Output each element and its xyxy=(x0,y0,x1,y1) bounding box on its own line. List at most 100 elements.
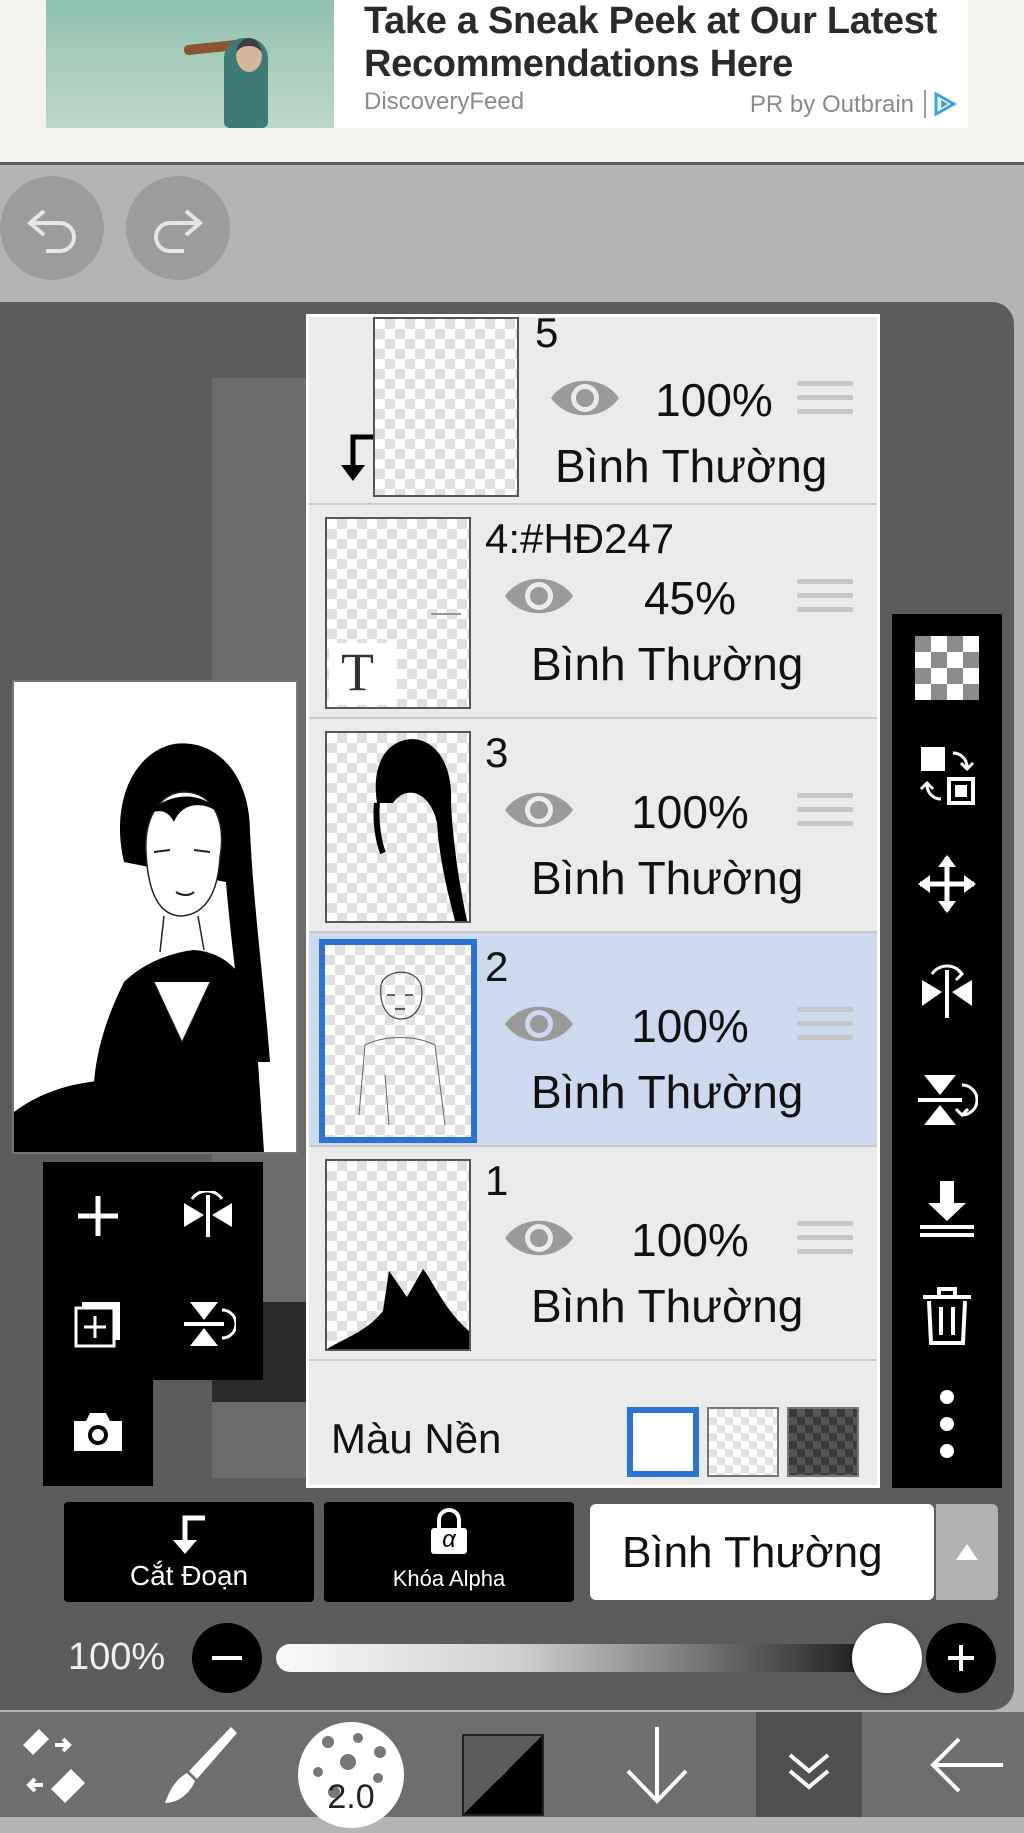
merge-down-button[interactable] xyxy=(892,1154,1002,1262)
left-tool-panel xyxy=(43,1162,263,1486)
visibility-eye-icon[interactable] xyxy=(501,1213,577,1263)
layers-toggle-button[interactable] xyxy=(754,1712,864,1817)
background-color-label: Màu Nền xyxy=(331,1415,502,1462)
redo-icon xyxy=(154,209,204,253)
opacity-decrease-button[interactable] xyxy=(192,1623,262,1693)
visibility-eye-icon[interactable] xyxy=(547,373,623,423)
visibility-eye-icon[interactable] xyxy=(501,785,577,835)
background-transparent-swatch[interactable] xyxy=(707,1407,779,1477)
layer-name: 1 xyxy=(485,1157,509,1204)
background-white-swatch[interactable] xyxy=(627,1407,699,1477)
flip-vertical-button[interactable] xyxy=(153,1270,263,1378)
flip-horizontal-icon xyxy=(184,1191,232,1237)
back-button[interactable] xyxy=(912,1712,1022,1817)
flip-v-icon xyxy=(918,1075,978,1125)
flip-h-button[interactable] xyxy=(892,938,1002,1046)
ad-sponsor[interactable]: PR by Outbrain xyxy=(750,91,914,119)
minus-icon xyxy=(212,1656,242,1660)
alpha-lock-label: Khóa Alpha xyxy=(392,1566,506,1591)
drag-handle-icon[interactable] xyxy=(797,579,853,621)
drag-handle-icon[interactable] xyxy=(797,793,853,835)
visibility-eye-icon[interactable] xyxy=(501,571,577,621)
back-icon xyxy=(930,1737,1003,1792)
triangle-up-icon xyxy=(956,1544,978,1560)
visibility-eye-icon[interactable] xyxy=(501,999,577,1049)
layer-thumbnail-selected[interactable] xyxy=(319,939,477,1143)
ad-source: DiscoveryFeed xyxy=(364,88,525,115)
move-icon xyxy=(918,855,976,913)
bottom-toolbar: 2.0 xyxy=(0,1712,1024,1828)
camera-button[interactable] xyxy=(43,1378,153,1486)
clipping-label: Cắt Đoạn xyxy=(129,1560,249,1591)
brush-size-button[interactable]: 2.0 xyxy=(298,1722,404,1828)
ad-image[interactable] xyxy=(46,0,334,128)
add-special-layer-button[interactable] xyxy=(43,1270,153,1378)
more-options-button[interactable] xyxy=(892,1370,1002,1478)
drag-handle-icon[interactable] xyxy=(797,1221,853,1263)
layer-opacity: 100% xyxy=(631,786,749,838)
transform-tool-button[interactable] xyxy=(0,1712,110,1817)
drag-handle-icon[interactable] xyxy=(797,381,853,423)
layer-thumbnail[interactable] xyxy=(373,317,519,497)
redo-button[interactable] xyxy=(126,176,230,280)
alpha-lock-button[interactable]: α Khóa Alpha xyxy=(324,1502,574,1602)
layer-thumbnail[interactable] xyxy=(325,731,471,923)
layer-row-5[interactable]: 5 100% Bình Thường xyxy=(309,314,877,505)
layer-opacity: 100% xyxy=(655,374,773,426)
layer-row-1[interactable]: 1 100% Bình Thường xyxy=(309,1147,877,1361)
layer-down-button[interactable] xyxy=(602,1712,712,1817)
add-layer-button[interactable] xyxy=(43,1162,153,1270)
plus-icon xyxy=(948,1645,974,1671)
ad-banner[interactable]: Take a Sneak Peek at Our Latest Recommen… xyxy=(0,0,1024,165)
color-swatch[interactable] xyxy=(462,1734,544,1816)
ad-title[interactable]: Take a Sneak Peek at Our Latest Recommen… xyxy=(364,0,964,86)
brush-icon xyxy=(165,1726,237,1803)
ad-divider xyxy=(924,90,926,118)
blend-mode-dropdown-button[interactable] xyxy=(936,1504,998,1600)
alpha-glyph: α xyxy=(442,1526,456,1553)
ad-card[interactable]: Take a Sneak Peek at Our Latest Recommen… xyxy=(46,0,968,128)
layer-name: 3 xyxy=(485,729,509,776)
layer-swap-button[interactable] xyxy=(892,722,1002,830)
canvas-preview xyxy=(12,680,298,1154)
layer-thumbnail[interactable] xyxy=(325,1159,471,1351)
delete-layer-button[interactable] xyxy=(892,1262,1002,1370)
blend-mode-select[interactable]: Bình Thường xyxy=(590,1504,934,1600)
layer-blend-mode: Bình Thường xyxy=(531,1066,804,1118)
layer-blend-mode: Bình Thường xyxy=(531,1280,804,1332)
transparency-icon xyxy=(915,636,979,700)
layer-opacity: 100% xyxy=(631,1000,749,1052)
transparency-button[interactable] xyxy=(892,614,1002,722)
undo-button[interactable] xyxy=(0,176,104,280)
layer-thumbnail[interactable]: T xyxy=(325,517,471,709)
brush-size-value: 2.0 xyxy=(327,1778,375,1816)
layer-name: 4:#HĐ247 xyxy=(485,515,675,562)
layer-row-2[interactable]: 2 100% Bình Thường xyxy=(309,933,877,1147)
layer-opacity: 45% xyxy=(643,572,737,624)
camera-icon xyxy=(74,1413,122,1451)
layer-row-4[interactable]: T 4:#HĐ247 45% Bình Thường xyxy=(309,505,877,719)
opacity-slider-knob[interactable] xyxy=(852,1623,922,1693)
opacity-increase-button[interactable] xyxy=(926,1623,996,1693)
layer-name: 2 xyxy=(485,943,509,990)
background-dark-swatch[interactable] xyxy=(787,1407,859,1477)
move-button[interactable] xyxy=(892,830,1002,938)
opacity-slider[interactable] xyxy=(276,1644,886,1672)
layer-blend-mode: Bình Thường xyxy=(531,852,804,904)
layer-opacity: 100% xyxy=(631,1214,749,1266)
layer-swap-icon xyxy=(919,747,975,805)
flip-v-button[interactable] xyxy=(892,1046,1002,1154)
brush-tool-button[interactable] xyxy=(146,1712,256,1817)
adchoices-icon[interactable] xyxy=(930,90,958,118)
layer-blend-mode: Bình Thường xyxy=(531,638,804,690)
clipping-button[interactable]: Cắt Đoạn xyxy=(64,1502,314,1602)
layer-row-3[interactable]: 3 100% Bình Thường xyxy=(309,719,877,933)
layers-panel[interactable]: 5 100% Bình Thường T 4:#HĐ247 45% Bình T… xyxy=(306,314,880,1488)
flip-h-icon xyxy=(922,964,972,1018)
layer-opacity-value: 100% xyxy=(68,1636,166,1678)
background-color-row: Màu Nền xyxy=(309,1385,877,1485)
layer-name: 5 xyxy=(535,314,559,356)
add-special-layer-icon xyxy=(74,1302,120,1348)
flip-horizontal-button[interactable] xyxy=(153,1162,263,1270)
drag-handle-icon[interactable] xyxy=(797,1007,853,1049)
